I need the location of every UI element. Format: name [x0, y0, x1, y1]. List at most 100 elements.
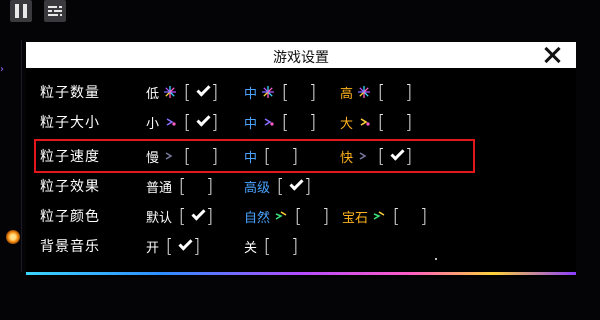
glowing-orb-icon [6, 230, 20, 244]
particle-color-icon [275, 211, 287, 220]
dialog-titlebar: 游戏设置 [26, 42, 576, 68]
bracket-right: ] [405, 81, 413, 103]
bracket-left: [ [281, 111, 290, 133]
particle-color-icon [373, 211, 385, 220]
bracket-right: ] [211, 111, 219, 133]
bracket-right: ] [304, 175, 312, 197]
particle-burst-icon [358, 86, 371, 98]
pause-button[interactable] [10, 0, 32, 22]
checkbox[interactable]: [] [375, 80, 415, 104]
option-label: 开 [146, 240, 160, 256]
checkmark-icon [288, 175, 304, 191]
bracket-left: [ [183, 111, 192, 133]
option-label: 大 [340, 116, 354, 132]
option-label: 高级 [244, 180, 271, 196]
checkbox[interactable]: [] [176, 174, 216, 198]
close-icon[interactable] [542, 45, 562, 65]
sliders-icon [48, 5, 62, 17]
bracket-right: ] [206, 205, 214, 227]
checkbox[interactable]: [] [176, 204, 216, 228]
option-toggle[interactable]: 宝石 [] [342, 202, 430, 230]
bracket-right: ] [420, 205, 428, 227]
checkmark-icon [195, 111, 211, 127]
checkbox[interactable]: [] [279, 80, 319, 104]
option-label: 宝石 [342, 210, 369, 226]
particle-burst-icon [164, 86, 177, 98]
option-toggle[interactable]: 小 [] [146, 108, 221, 136]
checkbox-mark [191, 111, 211, 132]
bracket-right: ] [291, 235, 299, 257]
setting-label: 背景音乐 [40, 239, 100, 255]
option-toggle[interactable]: 高级[] [244, 172, 314, 200]
checkbox[interactable]: [] [279, 110, 319, 134]
checkbox-mark [191, 81, 211, 102]
checkmark-icon [195, 81, 211, 97]
bracket-left: [ [377, 81, 386, 103]
setting-label: 粒子效果 [40, 179, 100, 195]
bracket-right: ] [193, 235, 201, 257]
bracket-right: ] [206, 175, 214, 197]
checkbox-mark [284, 175, 304, 196]
rainbow-divider [26, 272, 576, 275]
game-screen: › 游戏设置 粒子数量低[] 中[] 高[] 粒子大小小[] 中[] 大[] 粒子速度慢[]… [0, 0, 600, 320]
bracket-right: ] [309, 111, 317, 133]
bracket-right: ] [322, 205, 330, 227]
chevron-right-icon: › [0, 64, 4, 75]
highlight-frame [34, 139, 475, 173]
option-label: 高 [340, 86, 354, 102]
bracket-left: [ [276, 175, 285, 197]
decorative-dot [435, 258, 437, 260]
settings-row: 粒子数量 低 [] 中 [] 高 [] [40, 78, 550, 106]
bracket-left: [ [178, 175, 187, 197]
bracket-right: ] [309, 81, 317, 103]
bracket-left: [ [263, 235, 272, 257]
setting-label: 粒子大小 [40, 115, 100, 131]
particle-size-icon [264, 118, 274, 126]
option-toggle[interactable]: 自然 [] [244, 202, 332, 230]
bracket-right: ] [211, 81, 219, 103]
option-label: 自然 [244, 210, 271, 226]
setting-label: 粒子数量 [40, 85, 100, 101]
option-toggle[interactable]: 开[] [146, 232, 203, 260]
option-toggle[interactable]: 默认[] [146, 202, 216, 230]
settings-row: 粒子颜色 默认[] 自然[] 宝石[] [40, 202, 550, 230]
settings-row: 粒子大小 小 [] 中 [] 大 [] [40, 108, 550, 136]
checkbox[interactable]: [] [181, 80, 221, 104]
particle-size-icon [166, 118, 176, 126]
settings-menu-button[interactable] [44, 0, 66, 22]
checkbox[interactable]: [] [274, 174, 314, 198]
bracket-left: [ [392, 205, 401, 227]
bracket-left: [ [281, 81, 290, 103]
particle-size-icon [360, 118, 370, 126]
option-toggle[interactable]: 普通[] [146, 172, 216, 200]
bracket-left: [ [165, 235, 174, 257]
option-toggle[interactable]: 高 [] [340, 78, 415, 106]
checkbox[interactable]: [] [292, 204, 332, 228]
settings-row: 背景音乐开[] 关[] [40, 232, 550, 260]
bracket-left: [ [178, 205, 187, 227]
dialog-title: 游戏设置 [273, 50, 329, 66]
checkbox-mark [186, 205, 206, 226]
bracket-left: [ [183, 81, 192, 103]
option-label: 小 [146, 116, 160, 132]
settings-dialog: 游戏设置 粒子数量低[] 中[] 高[] 粒子大小小[] 中[] 大[] 粒子速度慢[] 中[… [26, 42, 576, 278]
bracket-left: [ [294, 205, 303, 227]
checkbox[interactable]: [] [181, 110, 221, 134]
option-label: 低 [146, 86, 160, 102]
option-toggle[interactable]: 大 [] [340, 108, 415, 136]
option-toggle[interactable]: 中 [] [244, 108, 319, 136]
option-toggle[interactable]: 低 [] [146, 78, 221, 106]
option-label: 关 [244, 240, 258, 256]
option-toggle[interactable]: 关[] [244, 232, 301, 260]
option-toggle[interactable]: 中 [] [244, 78, 319, 106]
checkmark-icon [177, 235, 193, 251]
option-label: 默认 [146, 210, 173, 226]
checkbox[interactable]: [] [261, 234, 301, 258]
option-label: 中 [244, 86, 258, 102]
option-label: 普通 [146, 180, 173, 196]
checkbox[interactable]: [] [390, 204, 430, 228]
bracket-left: [ [377, 111, 386, 133]
particle-burst-icon [262, 86, 275, 98]
checkbox[interactable]: [] [163, 234, 203, 258]
checkbox[interactable]: [] [375, 110, 415, 134]
